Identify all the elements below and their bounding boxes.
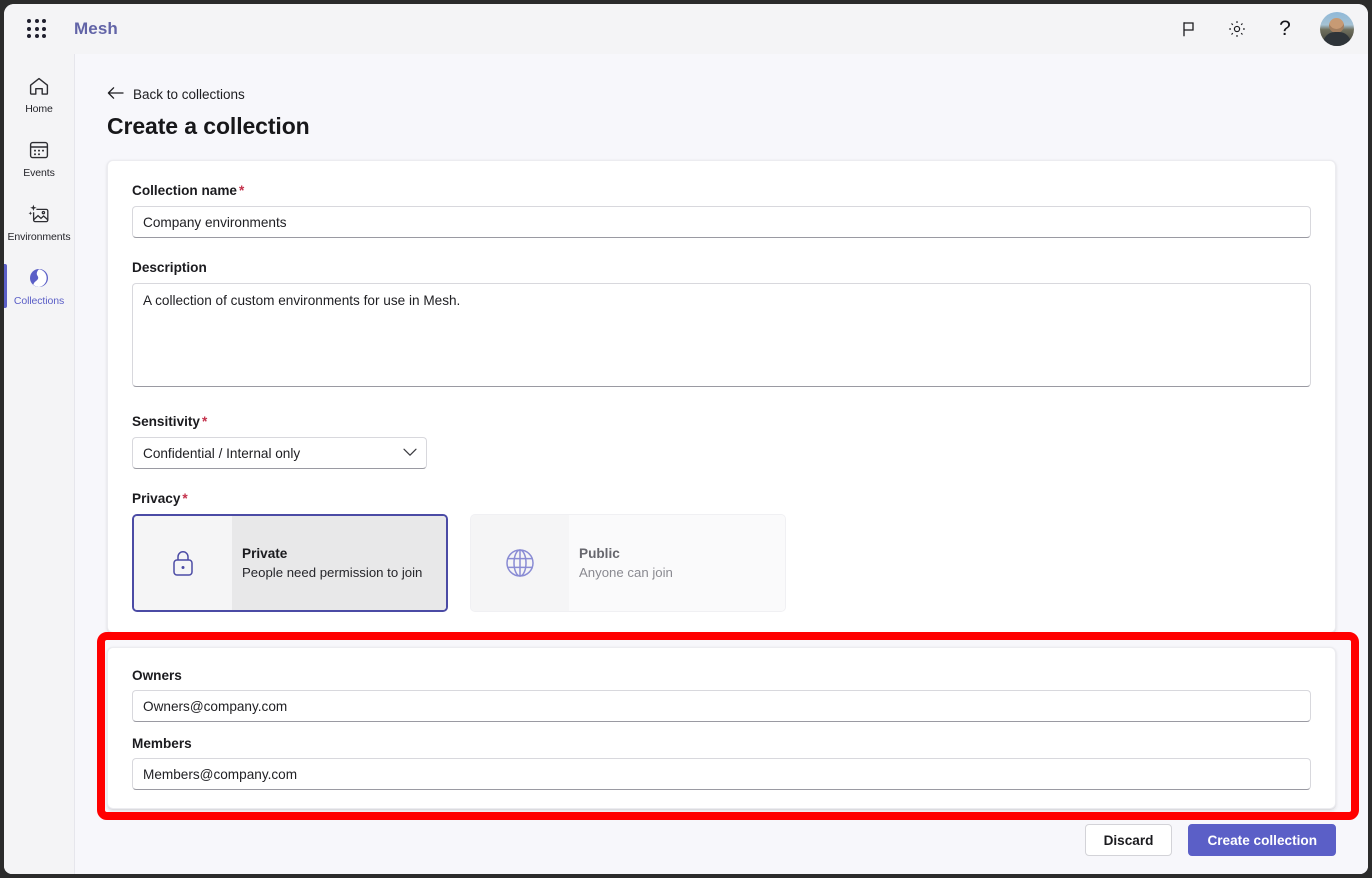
required-asterisk: * bbox=[239, 183, 244, 198]
privacy-label-text: Privacy bbox=[132, 491, 180, 506]
waffle-dot bbox=[27, 27, 31, 31]
sidebar-item-environments[interactable]: Environments bbox=[4, 190, 74, 254]
privacy-options: Private People need permission to join P… bbox=[132, 514, 1311, 612]
collection-name-label-text: Collection name bbox=[132, 183, 237, 198]
app-brand-title[interactable]: Mesh bbox=[74, 19, 118, 39]
owners-members-card: Owners Members bbox=[107, 647, 1336, 809]
privacy-option-private-body: Private People need permission to join bbox=[232, 516, 446, 610]
description-label: Description bbox=[132, 260, 1311, 275]
app-window: Mesh ? bbox=[4, 4, 1368, 874]
privacy-option-public[interactable]: Public Anyone can join bbox=[470, 514, 786, 612]
flag-icon[interactable] bbox=[1176, 16, 1202, 42]
waffle-dot bbox=[42, 19, 46, 23]
create-collection-button[interactable]: Create collection bbox=[1188, 824, 1336, 856]
sidebar-item-home[interactable]: Home bbox=[4, 62, 74, 126]
arrow-left-icon bbox=[107, 86, 124, 103]
privacy-option-title: Public bbox=[579, 546, 785, 561]
page-title: Create a collection bbox=[107, 113, 1368, 140]
collections-globe-icon bbox=[27, 266, 51, 290]
back-link-label: Back to collections bbox=[133, 87, 245, 102]
members-input[interactable] bbox=[132, 758, 1311, 790]
sidebar-item-collections[interactable]: Collections bbox=[4, 254, 74, 318]
waffle-dot bbox=[35, 19, 39, 23]
left-navigation-rail: Home Events bbox=[4, 54, 74, 874]
app-launcher-icon[interactable] bbox=[24, 16, 50, 42]
help-icon[interactable]: ? bbox=[1272, 16, 1298, 42]
home-icon bbox=[27, 74, 51, 98]
sidebar-item-label: Home bbox=[25, 103, 53, 115]
waffle-dot bbox=[42, 34, 46, 38]
privacy-option-subtitle: People need permission to join bbox=[242, 565, 446, 580]
waffle-dot bbox=[35, 34, 39, 38]
sidebar-item-label: Events bbox=[23, 167, 55, 179]
members-label: Members bbox=[132, 736, 1311, 751]
owners-label: Owners bbox=[132, 668, 1311, 683]
sensitivity-label: Sensitivity* bbox=[132, 414, 1311, 429]
owners-input[interactable] bbox=[132, 690, 1311, 722]
main-content: Back to collections Create a collection … bbox=[74, 54, 1368, 874]
description-input[interactable]: A collection of custom environments for … bbox=[132, 283, 1311, 387]
form-actions: Discard Create collection bbox=[1085, 824, 1336, 856]
waffle-dot bbox=[27, 19, 31, 23]
image-sparkle-icon bbox=[27, 202, 51, 226]
privacy-option-title: Private bbox=[242, 546, 446, 561]
collection-details-card: Collection name* Description A collectio… bbox=[107, 160, 1336, 633]
collection-name-label: Collection name* bbox=[132, 183, 1311, 198]
privacy-option-public-body: Public Anyone can join bbox=[569, 515, 785, 611]
back-to-collections-link[interactable]: Back to collections bbox=[107, 86, 245, 103]
sensitivity-select[interactable]: Confidential / Internal only bbox=[132, 437, 427, 469]
sensitivity-select-wrap: Confidential / Internal only bbox=[132, 437, 427, 469]
globe-icon bbox=[471, 515, 569, 611]
calendar-icon bbox=[27, 138, 51, 162]
gear-icon[interactable] bbox=[1224, 16, 1250, 42]
sensitivity-label-text: Sensitivity bbox=[132, 414, 200, 429]
required-asterisk: * bbox=[182, 491, 187, 506]
avatar[interactable] bbox=[1320, 12, 1354, 46]
waffle-dot bbox=[27, 34, 31, 38]
discard-button[interactable]: Discard bbox=[1085, 824, 1173, 856]
collection-name-input[interactable] bbox=[132, 206, 1311, 238]
waffle-dot bbox=[35, 27, 39, 31]
sidebar-item-label: Collections bbox=[14, 295, 64, 307]
privacy-option-private[interactable]: Private People need permission to join bbox=[132, 514, 448, 612]
privacy-label: Privacy* bbox=[132, 491, 1311, 506]
required-asterisk: * bbox=[202, 414, 207, 429]
waffle-dot bbox=[42, 27, 46, 31]
top-bar-actions: ? bbox=[1176, 12, 1354, 46]
sidebar-item-label: Environments bbox=[8, 231, 71, 243]
privacy-option-subtitle: Anyone can join bbox=[579, 565, 785, 580]
lock-icon bbox=[134, 516, 232, 610]
top-bar: Mesh ? bbox=[4, 4, 1368, 54]
sidebar-item-events[interactable]: Events bbox=[4, 126, 74, 190]
